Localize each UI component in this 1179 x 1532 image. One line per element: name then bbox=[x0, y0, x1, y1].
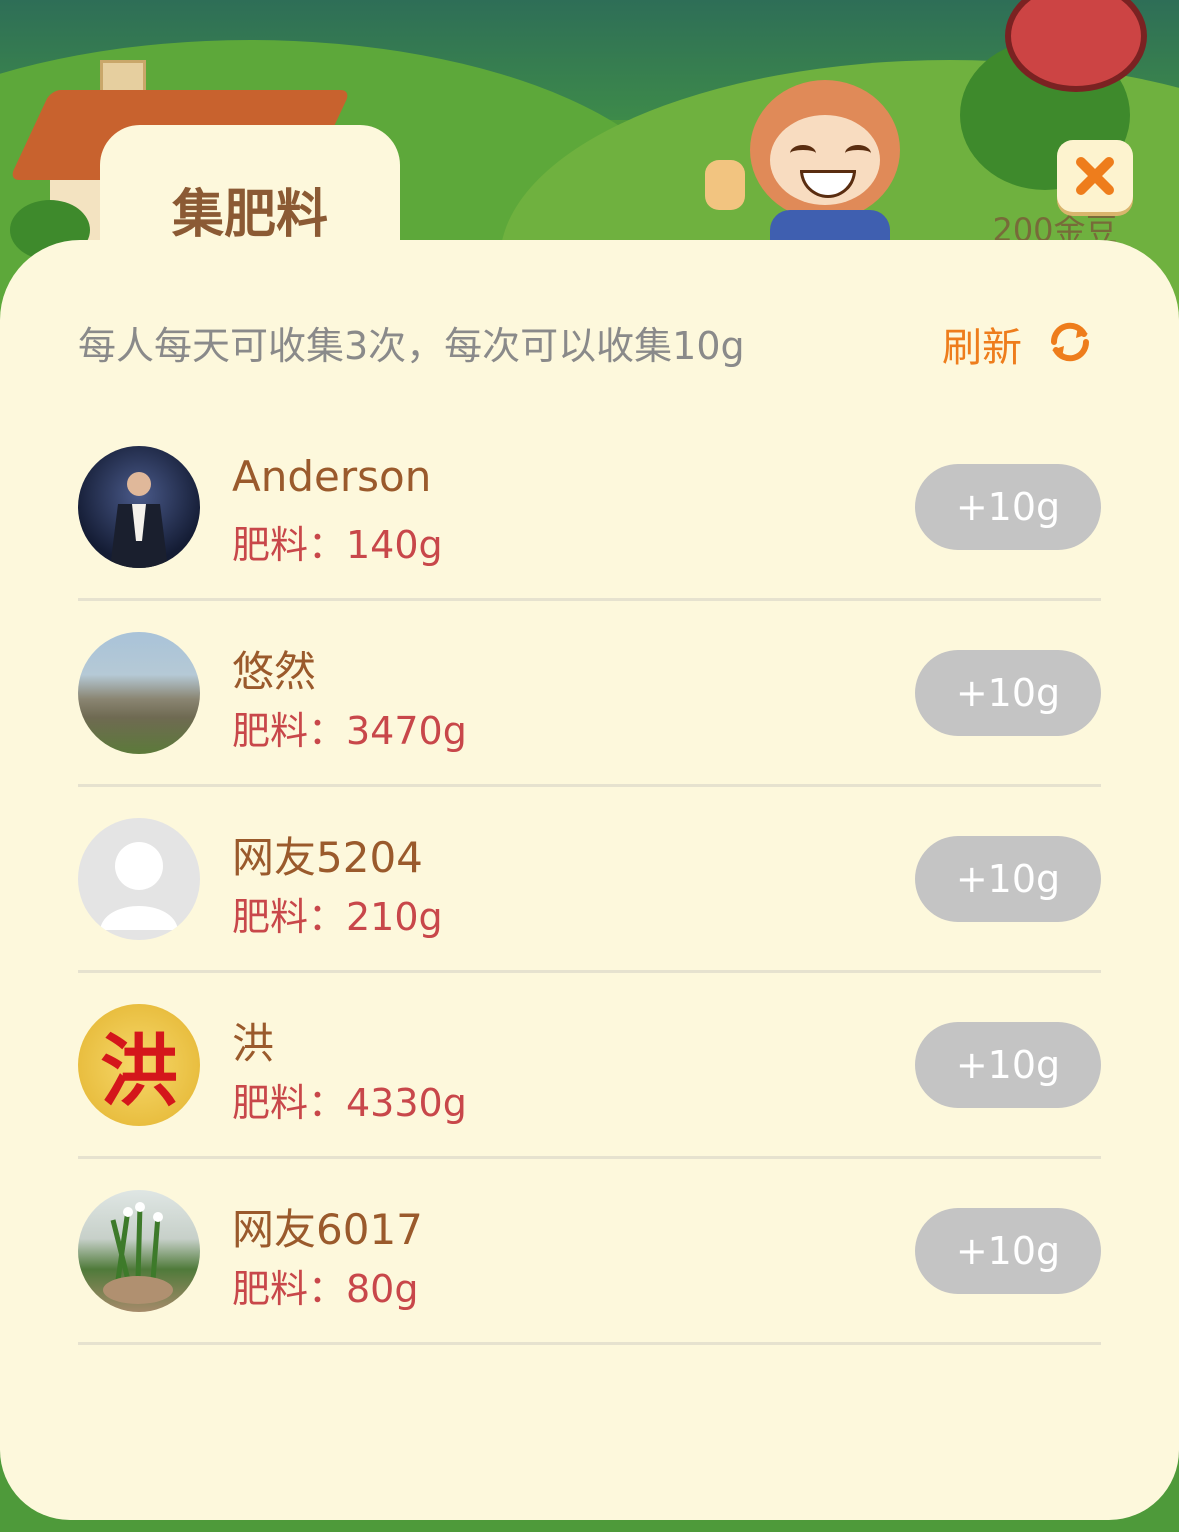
friend-name: 网友5204 bbox=[232, 833, 423, 882]
friend-fertilizer: 肥料：4330g bbox=[232, 1081, 467, 1125]
collect-button[interactable]: +10g bbox=[915, 836, 1101, 922]
friend-row: 网友6017 肥料：80g +10g bbox=[78, 1170, 1101, 1356]
friend-name: Anderson bbox=[232, 452, 432, 501]
refresh-button[interactable]: 刷新 bbox=[942, 315, 1022, 373]
friend-row: 洪 洪 肥料：4330g +10g bbox=[78, 984, 1101, 1170]
refresh-icon[interactable] bbox=[1042, 316, 1098, 368]
collect-rule-text: 每人每天可收集3次，每次可以收集10g bbox=[78, 324, 745, 368]
avatar[interactable] bbox=[78, 1190, 200, 1312]
friend-row: 悠然 肥料：3470g +10g bbox=[78, 612, 1101, 798]
collect-button[interactable]: +10g bbox=[915, 464, 1101, 550]
avatar[interactable] bbox=[78, 818, 200, 940]
friend-name: 悠然 bbox=[232, 647, 317, 696]
divider bbox=[78, 598, 1101, 601]
friend-fertilizer: 肥料：210g bbox=[232, 895, 443, 939]
friend-row: Anderson 肥料：140g +10g bbox=[78, 426, 1101, 612]
divider bbox=[78, 1342, 1101, 1345]
monkey-mascot bbox=[700, 60, 930, 270]
avatar[interactable]: 洪 bbox=[78, 1004, 200, 1126]
collect-button[interactable]: +10g bbox=[915, 1022, 1101, 1108]
close-icon bbox=[1076, 157, 1114, 195]
close-button[interactable] bbox=[1057, 140, 1133, 212]
friend-row: 网友5204 肥料：210g +10g bbox=[78, 798, 1101, 984]
divider bbox=[78, 784, 1101, 787]
friend-fertilizer: 肥料：140g bbox=[232, 523, 443, 567]
panel-title: 集肥料 bbox=[171, 185, 328, 245]
friend-fertilizer: 肥料：3470g bbox=[232, 709, 467, 753]
thumbs-up-icon bbox=[705, 160, 745, 210]
divider bbox=[78, 1156, 1101, 1159]
divider bbox=[78, 970, 1101, 973]
friend-fertilizer: 肥料：80g bbox=[232, 1267, 419, 1311]
friend-name: 洪 bbox=[232, 1019, 275, 1068]
collect-button[interactable]: +10g bbox=[915, 1208, 1101, 1294]
collect-button[interactable]: +10g bbox=[915, 650, 1101, 736]
friend-name: 网友6017 bbox=[232, 1205, 423, 1254]
avatar[interactable] bbox=[78, 446, 200, 568]
default-user-icon bbox=[100, 842, 178, 930]
avatar[interactable] bbox=[78, 632, 200, 754]
